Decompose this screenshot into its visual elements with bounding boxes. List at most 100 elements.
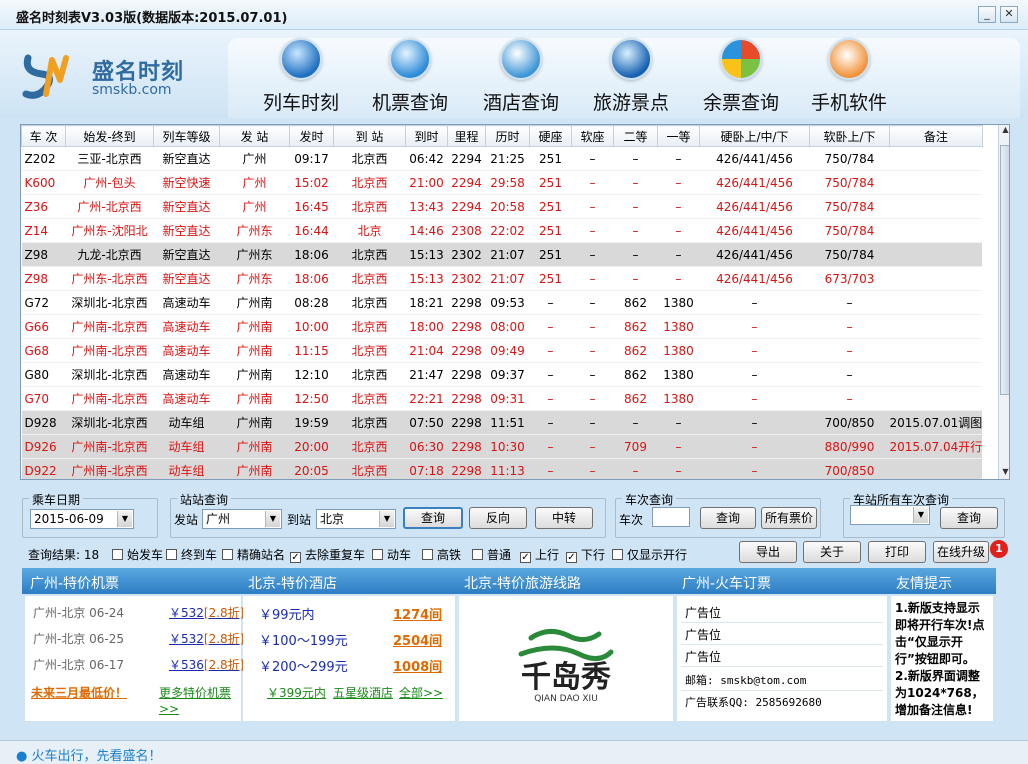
filter-option[interactable]: 始发车 — [112, 546, 163, 563]
hotel-link-399[interactable]: ￥399元内 — [267, 684, 326, 701]
upgrade-button[interactable]: 在线升级 — [933, 541, 989, 563]
close-button[interactable]: ✕ — [1000, 6, 1018, 23]
hotel-count-link[interactable]: 1274间 — [393, 604, 442, 623]
print-button[interactable]: 打印 — [868, 541, 926, 563]
table-row[interactable]: G70 广州南-北京西 高速动车 广州南 12:50 北京西 22:21 2298 09:31–… — [21, 386, 983, 411]
station-select[interactable]: ▼ — [850, 505, 930, 525]
filter-option[interactable]: 终到车 — [166, 546, 217, 563]
to-station-select[interactable]: 北京 ▼ — [316, 509, 396, 529]
filter-option[interactable]: 动车 — [372, 546, 411, 563]
column-header[interactable]: 到时 — [405, 125, 448, 147]
travel-ad[interactable]: 千岛秀 QIAN DAO XIU — [459, 596, 673, 721]
about-button[interactable]: 关于 — [803, 541, 861, 563]
table-row[interactable]: Z98 九龙-北京西 新空直达 广州东 18:06 北京西 15:13 2302 21:07 25… — [21, 242, 983, 267]
column-header[interactable]: 硬座 — [529, 125, 572, 147]
train-query-button[interactable]: 查询 — [700, 507, 756, 529]
table-row[interactable]: Z98 广州东-北京西 新空直达 广州东 18:06 北京西 15:13 2302 21:07 2… — [21, 266, 983, 291]
column-header[interactable]: 里程 — [447, 125, 486, 147]
train-number-input[interactable] — [652, 507, 690, 527]
flight-price-link[interactable]: ￥532[2.8折] — [169, 630, 244, 647]
column-header[interactable]: 二等 — [613, 125, 658, 147]
table-row[interactable]: G66 广州南-北京西 高速动车 广州南 10:00 北京西 18:00 2298 08:00–… — [21, 314, 983, 339]
all-fares-button[interactable]: 所有票价 — [761, 507, 817, 529]
column-header[interactable]: 始发-终到 — [65, 125, 154, 147]
table-row[interactable]: G80 深圳北-北京西 高速动车 广州南 12:10 北京西 21:47 2298 09:37–… — [21, 362, 983, 387]
more-flights-link[interactable]: 更多特价机票 — [159, 684, 231, 701]
hotel-price-range[interactable]: ￥100～199元 — [259, 630, 348, 649]
flight-price-link[interactable]: ￥536[2.8折] — [169, 656, 244, 673]
nav-travel-spots[interactable]: 旅游景点 — [576, 38, 686, 118]
table-row[interactable]: D928 深圳北-北京西 动车组 广州南 19:59 北京西 07:50 2298 11:51–… — [21, 410, 983, 435]
table-scrollbar[interactable]: ▲ ▼ — [998, 125, 1009, 479]
table-row[interactable]: G68 广州南-北京西 高速动车 广州南 11:15 北京西 21:04 2298 09:49–… — [21, 338, 983, 363]
scroll-down-icon[interactable]: ▼ — [999, 467, 1009, 479]
column-header[interactable]: 备注 — [889, 125, 983, 147]
checkbox-icon[interactable] — [166, 549, 177, 560]
ad-slot[interactable]: 广告位 — [685, 604, 721, 621]
chevron-down-icon[interactable]: ▼ — [913, 507, 928, 523]
table-row[interactable]: D922 广州南-北京西 动车组 广州南 20:05 北京西 07:18 2298 11:13–… — [21, 458, 983, 479]
checkbox-icon[interactable]: ✓ — [290, 552, 301, 563]
checkbox-icon[interactable] — [222, 549, 233, 560]
filter-option[interactable]: ✓ 下行 — [566, 546, 605, 563]
ad-slot[interactable]: 广告位 — [685, 648, 721, 665]
table-row[interactable]: Z202 三亚-北京西 新空直达 广州 09:17 北京西 06:42 2294 21:25 25… — [21, 146, 983, 171]
hotel-link-5star[interactable]: 五星级酒店 — [333, 684, 393, 701]
filter-option[interactable]: ✓ 去除重复车 — [290, 546, 365, 563]
timetable-grid[interactable]: 车 次始发-终到 列车等级发 站发时到 站到时 里程 历时 硬座 软座 二等 一等 硬卧上/中/… — [20, 124, 1010, 480]
chevron-down-icon[interactable]: ▼ — [379, 511, 394, 527]
minimize-button[interactable]: _ — [978, 6, 996, 23]
checkbox-icon[interactable]: ✓ — [566, 552, 577, 563]
checkbox-icon[interactable] — [112, 549, 123, 560]
table-row[interactable]: K600 广州-包头 新空快速 广州 15:02 北京西 21:00 2294 29:58 251… — [21, 170, 983, 195]
filter-option[interactable]: 普通 — [472, 546, 511, 563]
column-header[interactable]: 软卧上/下 — [809, 125, 890, 147]
from-station-select[interactable]: 广州 ▼ — [202, 509, 282, 529]
column-header[interactable]: 发时 — [289, 125, 334, 147]
checkbox-icon[interactable] — [372, 549, 383, 560]
table-row[interactable]: Z14 广州东-沈阳北 新空直达 广州东 16:44 北京 14:46 2308 22:02 25… — [21, 218, 983, 243]
column-header[interactable]: 软座 — [571, 125, 614, 147]
hotel-price-range[interactable]: ￥200～299元 — [259, 656, 348, 675]
column-header[interactable]: 硬卧上/中/下 — [699, 125, 810, 147]
nav-train-timetable[interactable]: 列车时刻 — [246, 38, 356, 118]
date-picker[interactable]: 2015-06-09 ▼ — [30, 509, 134, 529]
hotel-link-all[interactable]: 全部>> — [399, 684, 443, 701]
flight-price-link[interactable]: ￥532[2.8折] — [169, 604, 244, 621]
scroll-up-icon[interactable]: ▲ — [999, 125, 1009, 139]
hotel-price-range[interactable]: ￥99元内 — [259, 604, 315, 623]
column-header[interactable]: 一等 — [657, 125, 700, 147]
lowest-price-link[interactable]: 未来三月最低价！ — [31, 684, 127, 701]
hotel-count-link[interactable]: 2504间 — [393, 630, 442, 649]
ad-slot[interactable]: 广告位 — [685, 626, 721, 643]
more-flights-arrow[interactable]: >> — [159, 702, 179, 716]
filter-option[interactable]: 高铁 — [422, 546, 461, 563]
checkbox-icon[interactable] — [422, 549, 433, 560]
column-header[interactable]: 列车等级 — [153, 125, 220, 147]
filter-option[interactable]: 仅显示开行 — [612, 546, 687, 563]
table-row[interactable]: G72 深圳北-北京西 高速动车 广州南 08:28 北京西 18:21 2298 09:53–… — [21, 290, 983, 315]
nav-mobile-software[interactable]: 手机软件 — [794, 38, 904, 118]
export-button[interactable]: 导出 — [739, 541, 797, 563]
nav-hotel-query[interactable]: 酒店查询 — [466, 38, 576, 118]
scrollbar-thumb[interactable] — [1000, 145, 1009, 395]
table-row[interactable]: Z36 广州-北京西 新空直达 广州 16:45 北京西 13:43 2294 20:58 251… — [21, 194, 983, 219]
query-button[interactable]: 查询 — [403, 507, 463, 529]
column-header[interactable]: 车 次 — [21, 125, 66, 147]
hotel-count-link[interactable]: 1008间 — [393, 656, 442, 675]
nav-ticket-query[interactable]: 余票查询 — [686, 38, 796, 118]
station-all-query-button[interactable]: 查询 — [940, 507, 998, 529]
column-header[interactable]: 发 站 — [219, 125, 290, 147]
checkbox-icon[interactable] — [612, 549, 623, 560]
nav-flight-query[interactable]: 机票查询 — [355, 38, 465, 118]
checkbox-icon[interactable] — [472, 549, 483, 560]
transfer-button[interactable]: 中转 — [535, 507, 593, 529]
column-header[interactable]: 历时 — [485, 125, 530, 147]
column-header[interactable]: 到 站 — [333, 125, 406, 147]
filter-option[interactable]: 精确站名 — [222, 546, 285, 563]
chevron-down-icon[interactable]: ▼ — [265, 511, 280, 527]
chevron-down-icon[interactable]: ▼ — [117, 511, 132, 527]
filter-option[interactable]: ✓ 上行 — [520, 546, 559, 563]
table-row[interactable]: D926 广州南-北京西 动车组 广州南 20:00 北京西 06:30 2298 10:30–… — [21, 434, 983, 459]
reverse-button[interactable]: 反向 — [469, 507, 527, 529]
